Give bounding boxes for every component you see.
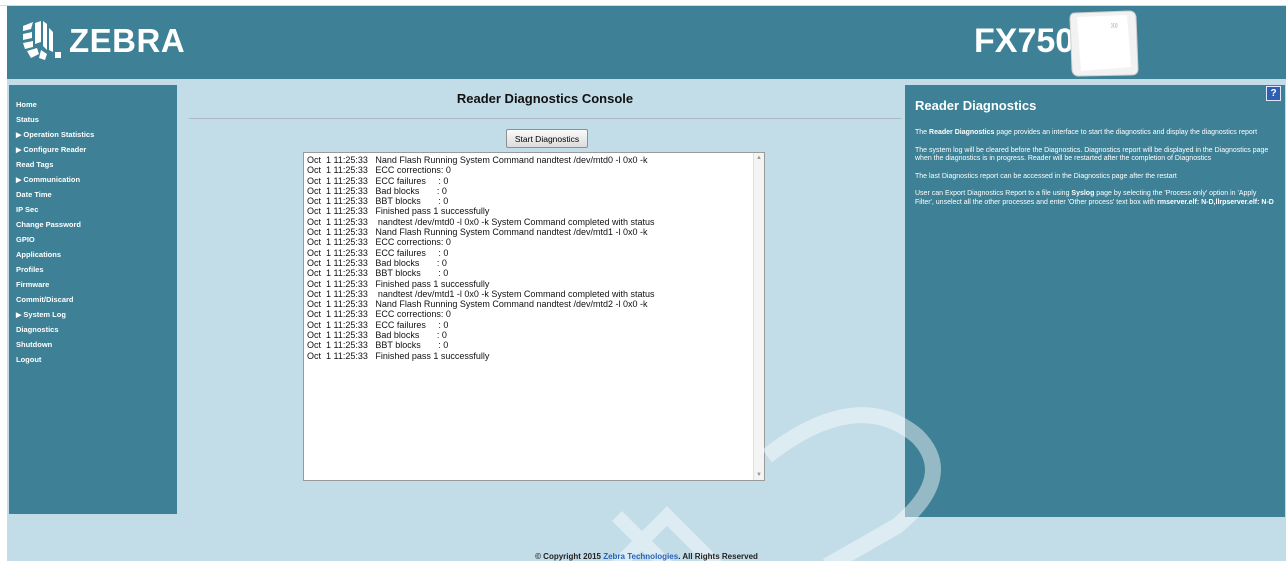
sidebar-item-firmware[interactable]: Firmware: [16, 277, 177, 292]
scroll-up-icon[interactable]: ▲: [755, 154, 763, 162]
log-scrollbar[interactable]: ▲ ▼: [753, 153, 764, 480]
log-line: Oct 1 11:25:33 ECC failures : 0: [307, 319, 449, 330]
sidebar-item-home[interactable]: Home: [16, 97, 177, 112]
help-paragraph-intro: The Reader Diagnostics page provides an …: [915, 129, 1258, 136]
sidebar-item-label: Firmware: [16, 280, 50, 289]
log-line: Oct 1 11:25:33 ECC corrections: 0: [307, 309, 451, 320]
log-line: Oct 1 11:25:33 ECC corrections: 0: [307, 237, 451, 248]
sidebar-item-label: Operation Statistics: [23, 130, 95, 139]
zebra-technologies-link[interactable]: Zebra Technologies: [603, 552, 678, 561]
sidebar-item-label: Configure Reader: [23, 145, 87, 154]
sidebar-item-label: Applications: [16, 250, 62, 259]
title-divider: [189, 118, 901, 119]
sidebar-item-applications[interactable]: Applications: [16, 247, 177, 262]
sidebar-item-ip-sec[interactable]: IP Sec: [16, 202, 177, 217]
scroll-down-icon[interactable]: ▼: [755, 471, 763, 479]
sidebar-item-configure-reader[interactable]: ▶ Configure Reader: [16, 142, 177, 157]
main-content: Reader Diagnostics Console Start Diagnos…: [189, 85, 901, 555]
log-text: Oct 1 11:25:33 Nand Flash Running System…: [307, 155, 655, 361]
svg-text:)))): )))): [1111, 23, 1118, 29]
sidebar-item-commit-discard[interactable]: Commit/Discard: [16, 292, 177, 307]
sidebar-item-diagnostics[interactable]: Diagnostics: [16, 322, 177, 337]
sidebar-item-label: Communication: [23, 175, 81, 184]
diagnostics-log-textarea[interactable]: Oct 1 11:25:33 Nand Flash Running System…: [303, 152, 765, 481]
help-text: The Reader Diagnostics page provides an …: [915, 129, 1275, 216]
sidebar-item-shutdown[interactable]: Shutdown: [16, 337, 177, 352]
sidebar-item-gpio[interactable]: GPIO: [16, 232, 177, 247]
sidebar-item-label: Shutdown: [16, 340, 53, 349]
log-line: Oct 1 11:25:33 ECC failures : 0: [307, 175, 449, 186]
sidebar-item-label: Profiles: [16, 265, 44, 274]
help-paragraph-export: User can Export Diagnostics Report to a …: [915, 190, 1274, 206]
sidebar-item-logout[interactable]: Logout: [16, 352, 177, 367]
help-question-icon[interactable]: ?: [1266, 86, 1281, 101]
sidebar-item-profiles[interactable]: Profiles: [16, 262, 177, 277]
fx7500-device-icon: )))): [1069, 9, 1140, 77]
help-paragraph-log: The system log will be cleared before th…: [915, 146, 1269, 163]
sidebar-item-label: System Log: [23, 310, 66, 319]
brand-name: ZEBRA: [69, 22, 186, 59]
sidebar-item-status[interactable]: Status: [16, 112, 177, 127]
footer-copyright: © Copyright 2015 Zebra Technologies. All…: [535, 552, 758, 561]
help-paragraph-restart: The last Diagnostics report can be acces…: [915, 172, 1177, 180]
log-line: Oct 1 11:25:33 Finished pass 1 successfu…: [307, 350, 490, 361]
start-diagnostics-button[interactable]: Start Diagnostics: [506, 129, 588, 148]
log-line: Oct 1 11:25:33 ECC failures : 0: [307, 247, 449, 258]
header-bar: ZEBRA FX7500 )))): [7, 6, 1286, 79]
nav-menu: Home Status ▶ Operation Statistics ▶ Configur…: [9, 85, 177, 367]
sidebar-item-label: Read Tags: [16, 160, 54, 169]
log-line: Oct 1 11:25:33 nandtest /dev/mtd1 -l 0x0…: [307, 288, 655, 299]
sidebar-item-label: Diagnostics: [16, 325, 59, 334]
sidebar-item-system-log[interactable]: ▶ System Log: [16, 307, 177, 322]
help-title: Reader Diagnostics: [915, 98, 1037, 113]
sidebar-item-label: Commit/Discard: [16, 295, 74, 304]
help-panel: ? Reader Diagnostics The Reader Diagnost…: [905, 85, 1285, 517]
log-line: Oct 1 11:25:33 Bad blocks : 0: [307, 257, 447, 268]
sidebar-item-label: Change Password: [16, 220, 82, 229]
sidebar-item-label: Status: [16, 115, 39, 124]
sidebar-nav: Home Status ▶ Operation Statistics ▶ Configur…: [9, 85, 177, 514]
log-line: Oct 1 11:25:33 Nand Flash Running System…: [307, 155, 648, 165]
log-line: Oct 1 11:25:33 Nand Flash Running System…: [307, 299, 648, 310]
log-line: Oct 1 11:25:33 nandtest /dev/mtd0 -l 0x0…: [307, 216, 655, 227]
app-frame: ZEBRA FX7500 )))) Home Status ▶ Operation S…: [7, 6, 1286, 561]
log-line: Oct 1 11:25:33 BBT blocks : 0: [307, 268, 449, 279]
log-line: Oct 1 11:25:33 ECC corrections: 0: [307, 165, 451, 176]
log-line: Oct 1 11:25:33 BBT blocks : 0: [307, 340, 449, 351]
zebra-head-icon: [19, 20, 65, 62]
log-line: Oct 1 11:25:33 Bad blocks : 0: [307, 330, 447, 341]
sidebar-item-label: IP Sec: [16, 205, 39, 214]
sidebar-item-date-time[interactable]: Date Time: [16, 187, 177, 202]
sidebar-item-change-password[interactable]: Change Password: [16, 217, 177, 232]
log-line: Oct 1 11:25:33 Nand Flash Running System…: [307, 227, 648, 238]
log-line: Oct 1 11:25:33 Finished pass 1 successfu…: [307, 206, 490, 217]
sidebar-item-label: Logout: [16, 355, 42, 364]
sidebar-item-label: Date Time: [16, 190, 52, 199]
sidebar-item-label: GPIO: [16, 235, 35, 244]
expand-arrow-icon: ▶: [16, 177, 22, 184]
log-line: Oct 1 11:25:33 Bad blocks : 0: [307, 185, 447, 196]
sidebar-item-read-tags[interactable]: Read Tags: [16, 157, 177, 172]
sidebar-item-communication[interactable]: ▶ Communication: [16, 172, 177, 187]
log-line: Oct 1 11:25:33 Finished pass 1 successfu…: [307, 278, 490, 289]
brand-logo: ZEBRA: [19, 20, 185, 62]
page-title: Reader Diagnostics Console: [456, 91, 634, 106]
sidebar-item-operation-statistics[interactable]: ▶ Operation Statistics: [16, 127, 177, 142]
log-line: Oct 1 11:25:33 BBT blocks : 0: [307, 196, 449, 207]
sidebar-item-label: Home: [16, 100, 37, 109]
expand-arrow-icon: ▶: [16, 132, 22, 139]
expand-arrow-icon: ▶: [16, 312, 22, 319]
expand-arrow-icon: ▶: [16, 147, 22, 154]
